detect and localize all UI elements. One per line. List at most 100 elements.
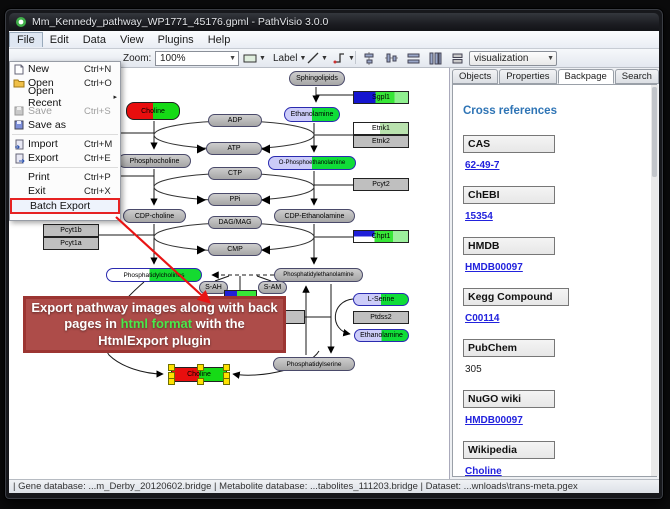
menu-edit[interactable]: Edit [43, 33, 76, 47]
title-bar[interactable]: Mm_Kennedy_pathway_WP1771_45176.gpml - P… [9, 13, 659, 31]
elbow-connector-icon [333, 52, 346, 64]
tab-backpage[interactable]: Backpage [558, 69, 614, 84]
xref-link-chebi[interactable]: 15354 [465, 211, 493, 222]
node-chpt1[interactable]: Chpt1 [353, 230, 409, 243]
distribute-horizontal-button[interactable] [405, 51, 422, 65]
xref-link-nugo[interactable]: HMDB00097 [465, 415, 523, 426]
tab-search[interactable]: Search [615, 69, 659, 84]
zoom-value: 100% [160, 53, 186, 64]
menu-item-save[interactable]: Save Ctrl+S [10, 104, 120, 118]
menu-item-label: Batch Export [30, 200, 118, 212]
annotation-line1: Export pathway images along with back [31, 300, 277, 316]
selection-handle[interactable] [223, 378, 230, 385]
node-ethanolamine[interactable]: Ethanolamine [284, 107, 340, 122]
align-horizontal-center-button[interactable] [361, 51, 378, 65]
distribute-vertical-button[interactable] [427, 51, 444, 65]
xref-link-wikipedia[interactable]: Choline [465, 466, 502, 477]
menu-item-label: Save [28, 105, 84, 117]
backpage-heading: Cross references [463, 105, 643, 117]
menu-item-print[interactable]: Print Ctrl+P [10, 170, 120, 184]
selection-handle[interactable] [168, 378, 175, 385]
selection-handle[interactable] [197, 364, 204, 371]
visualization-value: visualization [474, 53, 528, 64]
node-l-serine[interactable]: L-Serine [353, 293, 409, 306]
menu-item-label: Print [28, 171, 84, 183]
datanode-tool-button[interactable]: ▼ [241, 51, 268, 65]
align-vertical-center-button[interactable] [383, 51, 400, 65]
visualization-combobox[interactable]: visualization▼ [469, 51, 557, 66]
scrollbar-thumb[interactable] [652, 87, 657, 177]
zoom-combobox[interactable]: 100% ▼ [155, 51, 239, 66]
tab-objects[interactable]: Objects [452, 69, 498, 84]
stack-icon [451, 52, 464, 65]
node-pcyt1b[interactable]: Pcyt1b [43, 224, 99, 237]
status-text: | Gene database: ...m_Derby_20120602.bri… [13, 481, 578, 492]
node-choline[interactable]: Choline [126, 102, 180, 120]
node-pcyt2[interactable]: Pcyt2 [353, 178, 409, 191]
node-ethanolamine-2[interactable]: Ethanolamine [354, 329, 409, 342]
node-choline-selected[interactable]: Choline [171, 367, 227, 382]
node-phosphatidylserine[interactable]: Phosphatidylserine [273, 357, 355, 371]
node-label: Choline [187, 371, 211, 378]
menu-file[interactable]: File [9, 32, 43, 47]
xref-section-kegg: Kegg Compound [463, 288, 569, 306]
node-atp[interactable]: ATP [206, 142, 262, 155]
stack-button[interactable] [449, 51, 466, 65]
node-sam[interactable]: S-AM [258, 281, 287, 294]
menu-item-label: Exit [28, 185, 84, 197]
menu-plugins[interactable]: Plugins [151, 33, 201, 47]
chevron-down-icon: ▼ [321, 55, 328, 62]
xref-value-pubchem: 305 [465, 364, 482, 375]
tab-properties[interactable]: Properties [499, 69, 556, 84]
node-phosphatidylcholines[interactable]: Phosphatidylcholines [106, 268, 202, 282]
menu-item-exit[interactable]: Exit Ctrl+X [10, 184, 120, 198]
xref-link-hmdb[interactable]: HMDB00097 [465, 262, 523, 273]
node-adp[interactable]: ADP [208, 114, 262, 127]
side-panel-tabs: Objects Properties Backpage Search Legen… [452, 69, 659, 84]
menu-data[interactable]: Data [76, 33, 113, 47]
node-cmp[interactable]: CMP [208, 243, 262, 256]
menu-separator [12, 167, 118, 168]
save-disk-icon [10, 106, 28, 116]
node-ptdss2[interactable]: Ptdss2 [353, 311, 409, 324]
node-cdp-ethanolamine[interactable]: CDP-Ethanolamine [274, 209, 355, 223]
new-document-icon [10, 64, 28, 75]
menu-item-save-as[interactable]: Save as [10, 118, 120, 132]
node-phosphocholine[interactable]: Phosphocholine [118, 154, 191, 168]
node-o-phosphoethanolamine[interactable]: O-Phosphoethanolamine [268, 156, 356, 170]
menu-item-export[interactable]: Export Ctrl+E [10, 151, 120, 165]
save-as-disk-icon [10, 120, 28, 130]
node-sphingolipids[interactable]: Sphingolipids [289, 71, 345, 86]
xref-link-cas[interactable]: 62-49-7 [465, 160, 499, 171]
connector-tool-button[interactable]: ▼ [331, 51, 357, 65]
menu-item-open-recent[interactable]: Open Recent ▸ [10, 90, 120, 104]
node-dag-mag[interactable]: DAG/MAG [208, 216, 262, 229]
menu-help[interactable]: Help [201, 33, 238, 47]
menu-view[interactable]: View [113, 33, 151, 47]
menu-item-new[interactable]: New Ctrl+N [10, 62, 120, 76]
menu-item-label: Save as [28, 119, 84, 131]
xref-section-chebi: ChEBI [463, 186, 555, 204]
node-etnk1[interactable]: Etnk1 [353, 122, 409, 135]
node-ppi[interactable]: PPi [208, 193, 262, 206]
selection-handle[interactable] [197, 378, 204, 385]
annotation-callout: Export pathway images along with back pa… [23, 296, 286, 353]
selection-handle[interactable] [223, 364, 230, 371]
xref-link-kegg[interactable]: C00114 [465, 313, 499, 324]
label-tool-button[interactable]: Label ▼ [271, 51, 308, 65]
chevron-down-icon: ▼ [229, 55, 236, 62]
panel-scrollbar[interactable] [651, 85, 658, 476]
menu-item-shortcut: Ctrl+S [84, 106, 120, 117]
selection-handle[interactable] [168, 364, 175, 371]
node-phosphatidylethanolamine[interactable]: Phosphatidylethanolamine [274, 268, 363, 282]
node-cdp-choline[interactable]: CDP-choline [123, 209, 186, 223]
node-etnk2[interactable]: Etnk2 [353, 135, 409, 148]
node-sgpl1[interactable]: Sgpl1 [353, 91, 409, 104]
menu-item-batch-export[interactable]: Batch Export [10, 198, 120, 214]
menu-item-import[interactable]: Import Ctrl+M [10, 137, 120, 151]
line-tool-button[interactable]: ▼ [305, 51, 330, 65]
open-folder-icon [10, 78, 28, 88]
chevron-down-icon: ▼ [259, 55, 266, 62]
node-ctp[interactable]: CTP [208, 167, 262, 180]
node-pcyt1a[interactable]: Pcyt1a [43, 237, 99, 250]
